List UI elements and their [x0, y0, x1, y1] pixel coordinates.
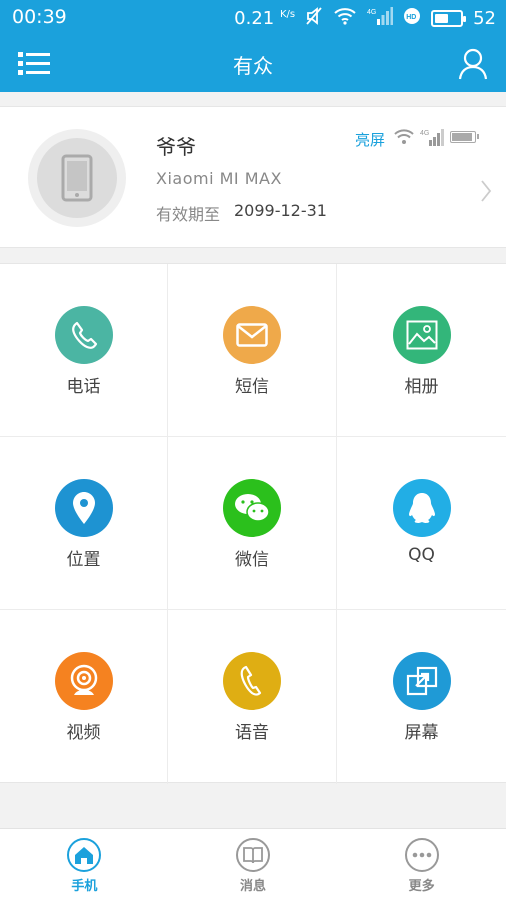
feature-label: 屏幕 [404, 723, 439, 743]
feature-label: 相册 [404, 377, 439, 397]
feature-grid: 电话 短信 相册 位置 微信 QQ 视频 语音 屏幕 [0, 263, 506, 784]
device-name: 爷爷 [156, 135, 196, 159]
location-pin-icon [54, 479, 113, 537]
feature-album[interactable]: 相册 [337, 264, 506, 437]
more-dots-icon [404, 838, 439, 872]
feature-label: 视频 [66, 723, 101, 743]
nav-more[interactable]: 更多 [337, 829, 506, 900]
bottom-nav: 手机 消息 更多 [0, 828, 506, 900]
screen-share-icon [392, 652, 451, 710]
device-avatar [28, 129, 126, 227]
mute-icon [305, 6, 323, 31]
qq-icon [392, 479, 451, 537]
chevron-right-icon [481, 180, 492, 202]
device-wifi-icon [394, 129, 414, 144]
nav-messages[interactable]: 消息 [169, 829, 338, 900]
feature-wechat[interactable]: 微信 [168, 437, 337, 610]
cell-signal-icon: 4G [367, 6, 394, 31]
feature-label: 短信 [235, 377, 269, 397]
wifi-icon [333, 7, 357, 30]
nav-label: 更多 [408, 879, 435, 894]
status-bar: 00:39 0.21 K/s 4G HD 52 [0, 0, 506, 36]
envelope-icon [223, 306, 281, 364]
handset-icon [223, 652, 281, 710]
screen-status-badge: 亮屏 [355, 131, 386, 149]
battery-icon [431, 10, 467, 27]
feature-label: 位置 [66, 550, 101, 570]
feature-sms[interactable]: 短信 [168, 264, 337, 437]
device-signal-icon: 4G [420, 129, 444, 146]
expire-date: 2099-12-31 [234, 201, 327, 220]
phone-icon [54, 306, 113, 364]
device-battery-icon [450, 131, 479, 143]
nav-label: 消息 [240, 879, 267, 894]
profile-button[interactable] [458, 48, 488, 80]
user-icon [458, 48, 488, 80]
wechat-icon [223, 479, 281, 537]
feature-label: 电话 [66, 377, 101, 397]
expire-label: 有效期至 [156, 205, 221, 224]
home-icon [67, 838, 102, 872]
feature-video[interactable]: 视频 [0, 610, 168, 784]
feature-qq[interactable]: QQ [337, 437, 506, 610]
network-speed: 0.21 K/s [234, 8, 296, 29]
page-title: 有众 [233, 54, 273, 78]
image-icon [392, 306, 451, 364]
svg-text:4G: 4G [420, 130, 429, 137]
feature-phone[interactable]: 电话 [0, 264, 168, 437]
nav-phone[interactable]: 手机 [0, 829, 169, 900]
app-header: 有众 [0, 36, 506, 92]
status-time: 00:39 [12, 6, 67, 28]
webcam-icon [54, 652, 113, 710]
feature-label: QQ [408, 545, 435, 565]
feature-label: 语音 [235, 723, 269, 743]
feature-location[interactable]: 位置 [0, 437, 168, 610]
feature-label: 微信 [235, 550, 269, 570]
nav-label: 手机 [71, 879, 98, 894]
device-model: Xiaomi MI MAX [156, 169, 282, 188]
feature-screen[interactable]: 屏幕 [337, 610, 506, 784]
smartphone-icon [61, 154, 93, 202]
svg-text:4G: 4G [367, 9, 376, 16]
feature-voice[interactable]: 语音 [168, 610, 337, 784]
battery-level: 52 [473, 8, 496, 29]
svg-text:HD: HD [406, 14, 416, 21]
book-icon [236, 838, 270, 872]
device-card[interactable]: 爷爷 Xiaomi MI MAX 有效期至 2099-12-31 亮屏 4G [0, 106, 506, 248]
hd-voice-icon: HD [403, 7, 421, 30]
